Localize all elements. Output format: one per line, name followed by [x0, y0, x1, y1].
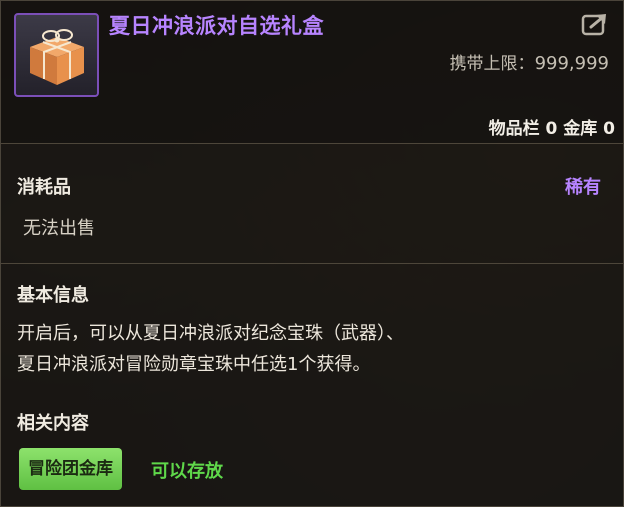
storage-count: 物品栏 0 金库 0	[488, 119, 615, 139]
related-section-title: 相关内容	[17, 413, 89, 434]
adventure-vault-tag[interactable]: 冒险团金库	[19, 448, 122, 490]
divider	[1, 263, 623, 264]
description-line-2: 夏日冲浪派对冒险勋章宝珠中任选1个获得。	[17, 354, 371, 375]
carry-limit-value: 999,999	[534, 53, 609, 74]
description-line-1: 开启后，可以从夏日冲浪派对纪念宝珠（武器）、	[17, 323, 404, 344]
info-section-title: 基本信息	[17, 285, 89, 306]
share-icon	[581, 14, 606, 36]
carry-limit-label: 携带上限：	[449, 54, 535, 74]
sell-status: 无法出售	[23, 218, 95, 239]
tooltip-header: 夏日冲浪派对自选礼盒 携带上限：999,999 物品栏 0 金库 0	[1, 1, 623, 143]
carry-limit: 携带上限：999,999	[450, 49, 609, 74]
storable-note: 可以存放	[151, 461, 223, 482]
item-name: 夏日冲浪派对自选礼盒	[109, 14, 324, 38]
item-description: 开启后，可以从夏日冲浪派对纪念宝珠（武器）、 夏日冲浪派对冒险勋章宝珠中任选1个…	[17, 318, 607, 380]
gift-box-icon	[14, 13, 99, 97]
item-tooltip: 夏日冲浪派对自选礼盒 携带上限：999,999 物品栏 0 金库 0 消耗品 稀…	[0, 0, 624, 507]
rarity-label: 稀有	[565, 177, 601, 198]
item-category: 消耗品	[17, 177, 71, 198]
divider	[1, 143, 623, 144]
share-button[interactable]	[581, 11, 611, 37]
